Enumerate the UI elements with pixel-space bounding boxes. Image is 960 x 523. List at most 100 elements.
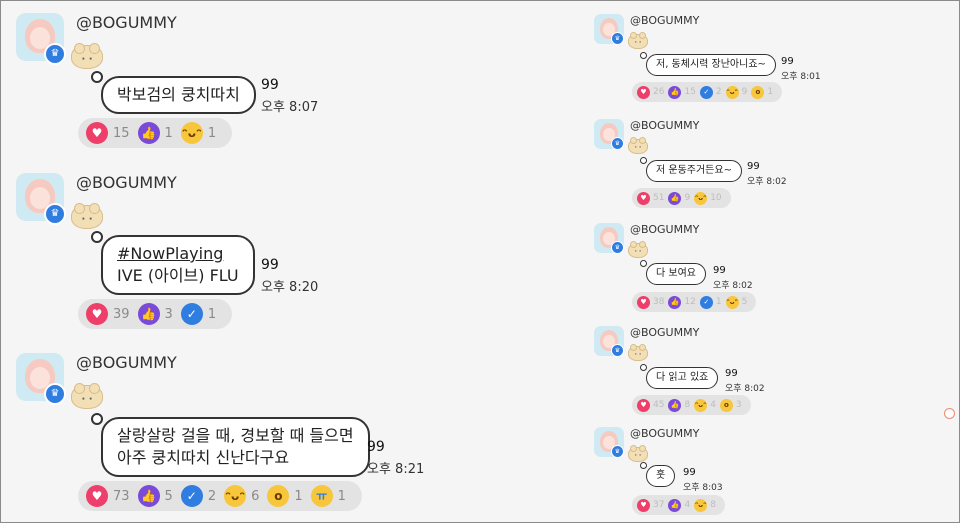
message-bubble[interactable]: 살랑살랑 걸을 때, 경보할 때 들으면 아주 쿵치따치 신난다구요 [101, 417, 370, 477]
message-bubble[interactable]: 박보검의 쿵치따치 [101, 76, 256, 114]
bubble-tail [640, 52, 647, 59]
reaction-bar: ♥ 15 👍 1 ᵔᴗᵔ 1 [78, 118, 233, 148]
reaction-thumbs-up[interactable]: 👍 8 [668, 398, 690, 412]
reaction-count: 2 [207, 488, 217, 504]
reaction-laugh[interactable]: ᵔᴗᵔ 5 [725, 295, 747, 309]
message-time: 오후 8:03 [683, 483, 723, 493]
laugh-icon: ᵔᴗᵔ [694, 191, 708, 205]
chat-screenshot: ♛ @BOGUMMY · · 박보검의 쿵치따치 99 오후 8:07 ♥ 15 … [0, 0, 960, 523]
message-text: 저, 동체시력 장난아니죠~ [656, 59, 766, 70]
thumbs-up-icon: 👍 [668, 191, 682, 205]
message-6: ♛ @BOGUMMY · · 다 보여요 99 오후 8:02 ♥ 38 👍 12 … [594, 223, 834, 315]
bear-emoticon-icon: · · [628, 32, 648, 49]
message-text: 다 읽고 있죠 [656, 372, 709, 383]
reaction-bar: ♥ 73 👍 5 ✓ 2 ᵔᴗᵔ 6 o1 ㅠ1 [78, 481, 362, 511]
wow-icon: o [751, 85, 765, 99]
laugh-icon: ᵔᴗᵔ [694, 398, 708, 412]
crown-icon: ♛ [611, 32, 624, 45]
thumbs-up-icon: 👍 [668, 498, 682, 512]
reaction-thumbs-up[interactable]: 👍 3 [137, 303, 173, 325]
message-text: 저 운동주거든요~ [656, 165, 732, 176]
reaction-heart[interactable]: ♥ 39 [86, 303, 130, 325]
reaction-count: 15 [113, 125, 130, 141]
bubble-tail [91, 71, 103, 83]
thumbs-up-icon: 👍 [668, 398, 682, 412]
reaction-heart[interactable]: ♥ 38 [637, 295, 665, 309]
hashtag-link[interactable]: #NowPlaying [117, 243, 239, 265]
sender-name: @BOGUMMY [630, 427, 700, 440]
message-2: ♛ @BOGUMMY · · #NowPlaying IVE (아이브) FLU… [16, 173, 476, 333]
thumbs-up-icon: 👍 [137, 122, 160, 144]
reaction-laugh[interactable]: ᵔᴗᵔ 4 [694, 398, 716, 412]
unread-count: 99 [261, 77, 279, 93]
message-time: 오후 8:02 [725, 384, 765, 394]
laugh-icon: ᵔᴗᵔ [180, 122, 203, 144]
scroll-indicator-icon[interactable] [944, 408, 955, 419]
reaction-thumbs-up[interactable]: 👍 15 [668, 85, 696, 99]
reaction-bar: ♥ 37 👍 4 ᵔᴗᵔ 8 [632, 495, 725, 515]
reaction-laugh[interactable]: ᵔᴗᵔ 6 [224, 485, 259, 507]
reaction-heart[interactable]: ♥ 37 [637, 498, 664, 512]
reaction-laugh[interactable]: ᵔᴗᵔ 8 [694, 498, 716, 512]
heart-icon: ♥ [637, 191, 650, 205]
reaction-count: 1 [294, 488, 303, 504]
reaction-check[interactable]: ✓ 2 [699, 85, 722, 99]
message-bubble[interactable]: #NowPlaying IVE (아이브) FLU [101, 235, 255, 295]
reaction-heart[interactable]: ♥ 51 [637, 191, 664, 205]
message-bubble[interactable]: 저 운동주거든요~ [646, 160, 742, 182]
reaction-thumbs-up[interactable]: 👍 12 [668, 295, 696, 309]
message-time: 오후 8:07 [261, 100, 319, 115]
message-bubble[interactable]: 다 읽고 있죠 [646, 367, 719, 389]
crown-icon: ♛ [611, 241, 624, 254]
reaction-check[interactable]: ✓ 1 [180, 303, 216, 325]
reaction-bar: ♥ 38 👍 12 ✓ 1 ᵔᴗᵔ 5 [632, 292, 757, 312]
crown-icon: ♛ [611, 137, 624, 150]
message-text-line-1: 살랑살랑 걸을 때, 경보할 때 들으면 [117, 426, 354, 445]
reaction-count: 9 [741, 87, 748, 97]
bubble-tail [640, 462, 647, 469]
reaction-thumbs-up[interactable]: 👍 5 [137, 485, 173, 507]
message-bubble[interactable]: 훗 [646, 465, 676, 487]
message-8: ♛ @BOGUMMY · · 훗 99 오후 8:03 ♥ 37 👍 4 ᵔᴗᵔ 8 [594, 427, 834, 519]
reaction-heart[interactable]: ♥ 15 [86, 122, 130, 144]
reaction-thumbs-up[interactable]: 👍 1 [137, 122, 173, 144]
heart-icon: ♥ [86, 303, 108, 325]
reaction-heart[interactable]: ♥ 45 [637, 398, 665, 412]
reaction-count: 1 [715, 297, 722, 307]
reaction-laugh[interactable]: ᵔᴗᵔ 10 [694, 191, 722, 205]
reaction-count: 38 [653, 297, 665, 307]
thumbs-up-icon: 👍 [137, 485, 160, 507]
reaction-heart[interactable]: ♥ 73 [86, 485, 130, 507]
crown-icon: ♛ [611, 445, 624, 458]
message-bubble[interactable]: 저, 동체시력 장난아니죠~ [646, 54, 776, 76]
check-icon: ✓ [699, 295, 713, 309]
reaction-count: 6 [251, 488, 260, 504]
reaction-check[interactable]: ✓ 2 [180, 485, 217, 507]
reaction-count: 4 [710, 400, 716, 410]
reaction-wow[interactable]: o3 [719, 398, 742, 412]
reaction-laugh[interactable]: ᵔᴗᵔ 1 [180, 122, 216, 144]
message-1: ♛ @BOGUMMY · · 박보검의 쿵치따치 99 오후 8:07 ♥ 15 … [16, 13, 476, 153]
thumbs-up-icon: 👍 [137, 303, 160, 325]
check-icon: ✓ [180, 303, 203, 325]
message-4: ♛ @BOGUMMY · · 저, 동체시력 장난아니죠~ 99 오후 8:01… [594, 14, 834, 106]
bubble-tail [91, 231, 103, 243]
reaction-count: 1 [337, 488, 346, 504]
reaction-wow[interactable]: o1 [267, 485, 303, 507]
reaction-count: 45 [653, 400, 665, 410]
bubble-tail [640, 364, 647, 371]
message-bubble[interactable]: 다 보여요 [646, 263, 706, 285]
reaction-bar: ♥ 26 👍 15 ✓ 2 ᵔᴗᵔ 9 o1 [632, 82, 783, 102]
reaction-check[interactable]: ✓ 1 [699, 295, 722, 309]
reaction-thumbs-up[interactable]: 👍 4 [668, 498, 690, 512]
check-icon: ✓ [180, 485, 203, 507]
reaction-wow[interactable]: o1 [751, 85, 773, 99]
reaction-laugh[interactable]: ᵔᴗᵔ 9 [725, 85, 748, 99]
reaction-cry[interactable]: ㅠ1 [310, 485, 346, 507]
cry-icon: ㅠ [310, 485, 333, 507]
reaction-thumbs-up[interactable]: 👍 9 [668, 191, 690, 205]
message-time: 오후 8:20 [261, 280, 319, 295]
heart-icon: ♥ [86, 122, 108, 144]
reaction-heart[interactable]: ♥ 26 [637, 85, 664, 99]
sender-name: @BOGUMMY [630, 14, 700, 27]
